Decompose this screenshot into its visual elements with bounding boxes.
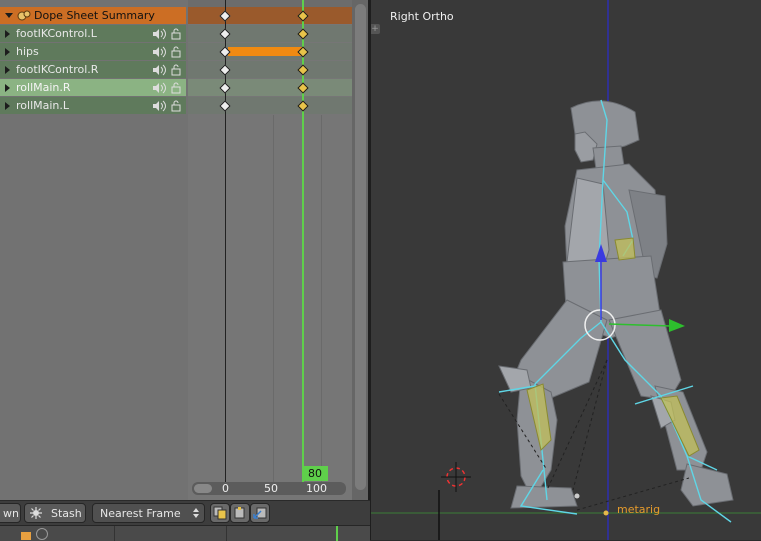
object-origin (603, 510, 609, 516)
channel-track (188, 97, 352, 114)
speaker-icon[interactable] (152, 64, 168, 76)
expand-triangle-icon[interactable] (5, 29, 10, 38)
expand-triangle-icon[interactable] (5, 83, 10, 92)
grid-line (273, 115, 274, 490)
paste-flipped-button[interactable] (250, 503, 270, 523)
push-down-label: wn (3, 506, 19, 520)
channel-label: hips (16, 45, 39, 58)
push-down-button[interactable]: wn (0, 503, 21, 523)
interpolation-value: Nearest Frame (100, 506, 181, 520)
grid-line (321, 115, 322, 490)
channel-list: Dope Sheet Summary footIKControl.L hips … (0, 0, 188, 500)
record-circle-icon[interactable] (36, 528, 48, 540)
dropdown-arrows-icon (193, 508, 199, 518)
expand-triangle-icon[interactable] (5, 47, 10, 56)
interpolation-dropdown[interactable]: Nearest Frame (92, 503, 205, 523)
stash-icon (30, 507, 42, 519)
paste-keyframes-button[interactable] (230, 503, 250, 523)
channel-row-rollmain-r[interactable]: rollMain.R (0, 79, 186, 96)
lock-icon[interactable] (170, 100, 182, 112)
channel-label: footIKControl.L (16, 27, 97, 40)
lock-icon[interactable] (170, 64, 182, 76)
channel-row-rollmain-l[interactable]: rollMain.L (0, 97, 186, 114)
current-frame-badge: 80 (302, 466, 328, 481)
channel-row-footikcontrol-l[interactable]: footIKControl.L (0, 25, 186, 42)
hold-bar (228, 47, 302, 56)
paste-icon (234, 507, 245, 519)
copy-keyframes-button[interactable] (210, 503, 230, 523)
ruler-tick-label: 50 (264, 482, 278, 495)
dopesheet-header: wn Stash Nearest Frame (0, 500, 370, 525)
stash-label: Stash (51, 506, 82, 520)
channel-row-hips[interactable]: hips (0, 43, 186, 60)
editor-type-icon[interactable] (20, 528, 32, 540)
stash-button[interactable]: Stash (24, 503, 86, 523)
channel-row-footikcontrol-r[interactable]: footIKControl.R (0, 61, 186, 78)
lock-icon[interactable] (170, 82, 182, 94)
scrollbar-thumb[interactable] (355, 4, 366, 490)
speaker-icon[interactable] (152, 100, 168, 112)
summary-icon (17, 10, 31, 20)
copy-icon (213, 506, 227, 520)
ruler-scroll-handle[interactable] (194, 484, 212, 493)
ruler-tick-label: 100 (306, 482, 327, 495)
timeline-playhead (336, 526, 338, 541)
channel-label: rollMain.L (16, 99, 70, 112)
channel-track-selected (188, 79, 352, 96)
expand-triangle-icon[interactable] (5, 101, 10, 110)
dope-sheet-summary-row[interactable]: Dope Sheet Summary (0, 7, 186, 24)
viewport-scene (371, 0, 761, 540)
channel-track (188, 61, 352, 78)
expand-triangle-icon[interactable] (5, 65, 10, 74)
3d-viewport[interactable]: + + Right Ortho (371, 0, 761, 540)
lock-icon[interactable] (170, 46, 182, 58)
channel-label: rollMain.R (16, 81, 71, 94)
speaker-icon[interactable] (152, 46, 168, 58)
channel-label: footIKControl.R (16, 63, 99, 76)
ruler-tick-label: 0 (222, 482, 229, 495)
lock-icon[interactable] (170, 28, 182, 40)
speaker-icon[interactable] (152, 28, 168, 40)
summary-track (188, 7, 352, 24)
channel-track (188, 25, 352, 42)
keyframe-timeline[interactable]: 80 0 50 100 (188, 0, 352, 500)
gizmo-y-arrow-icon (669, 319, 685, 332)
summary-label: Dope Sheet Summary (34, 9, 155, 22)
collapse-triangle-icon[interactable] (5, 13, 13, 18)
paste-flipped-icon (253, 507, 267, 519)
object-name-label: metarig (617, 503, 661, 516)
lower-area-strip (0, 525, 370, 541)
speaker-icon[interactable] (152, 82, 168, 94)
